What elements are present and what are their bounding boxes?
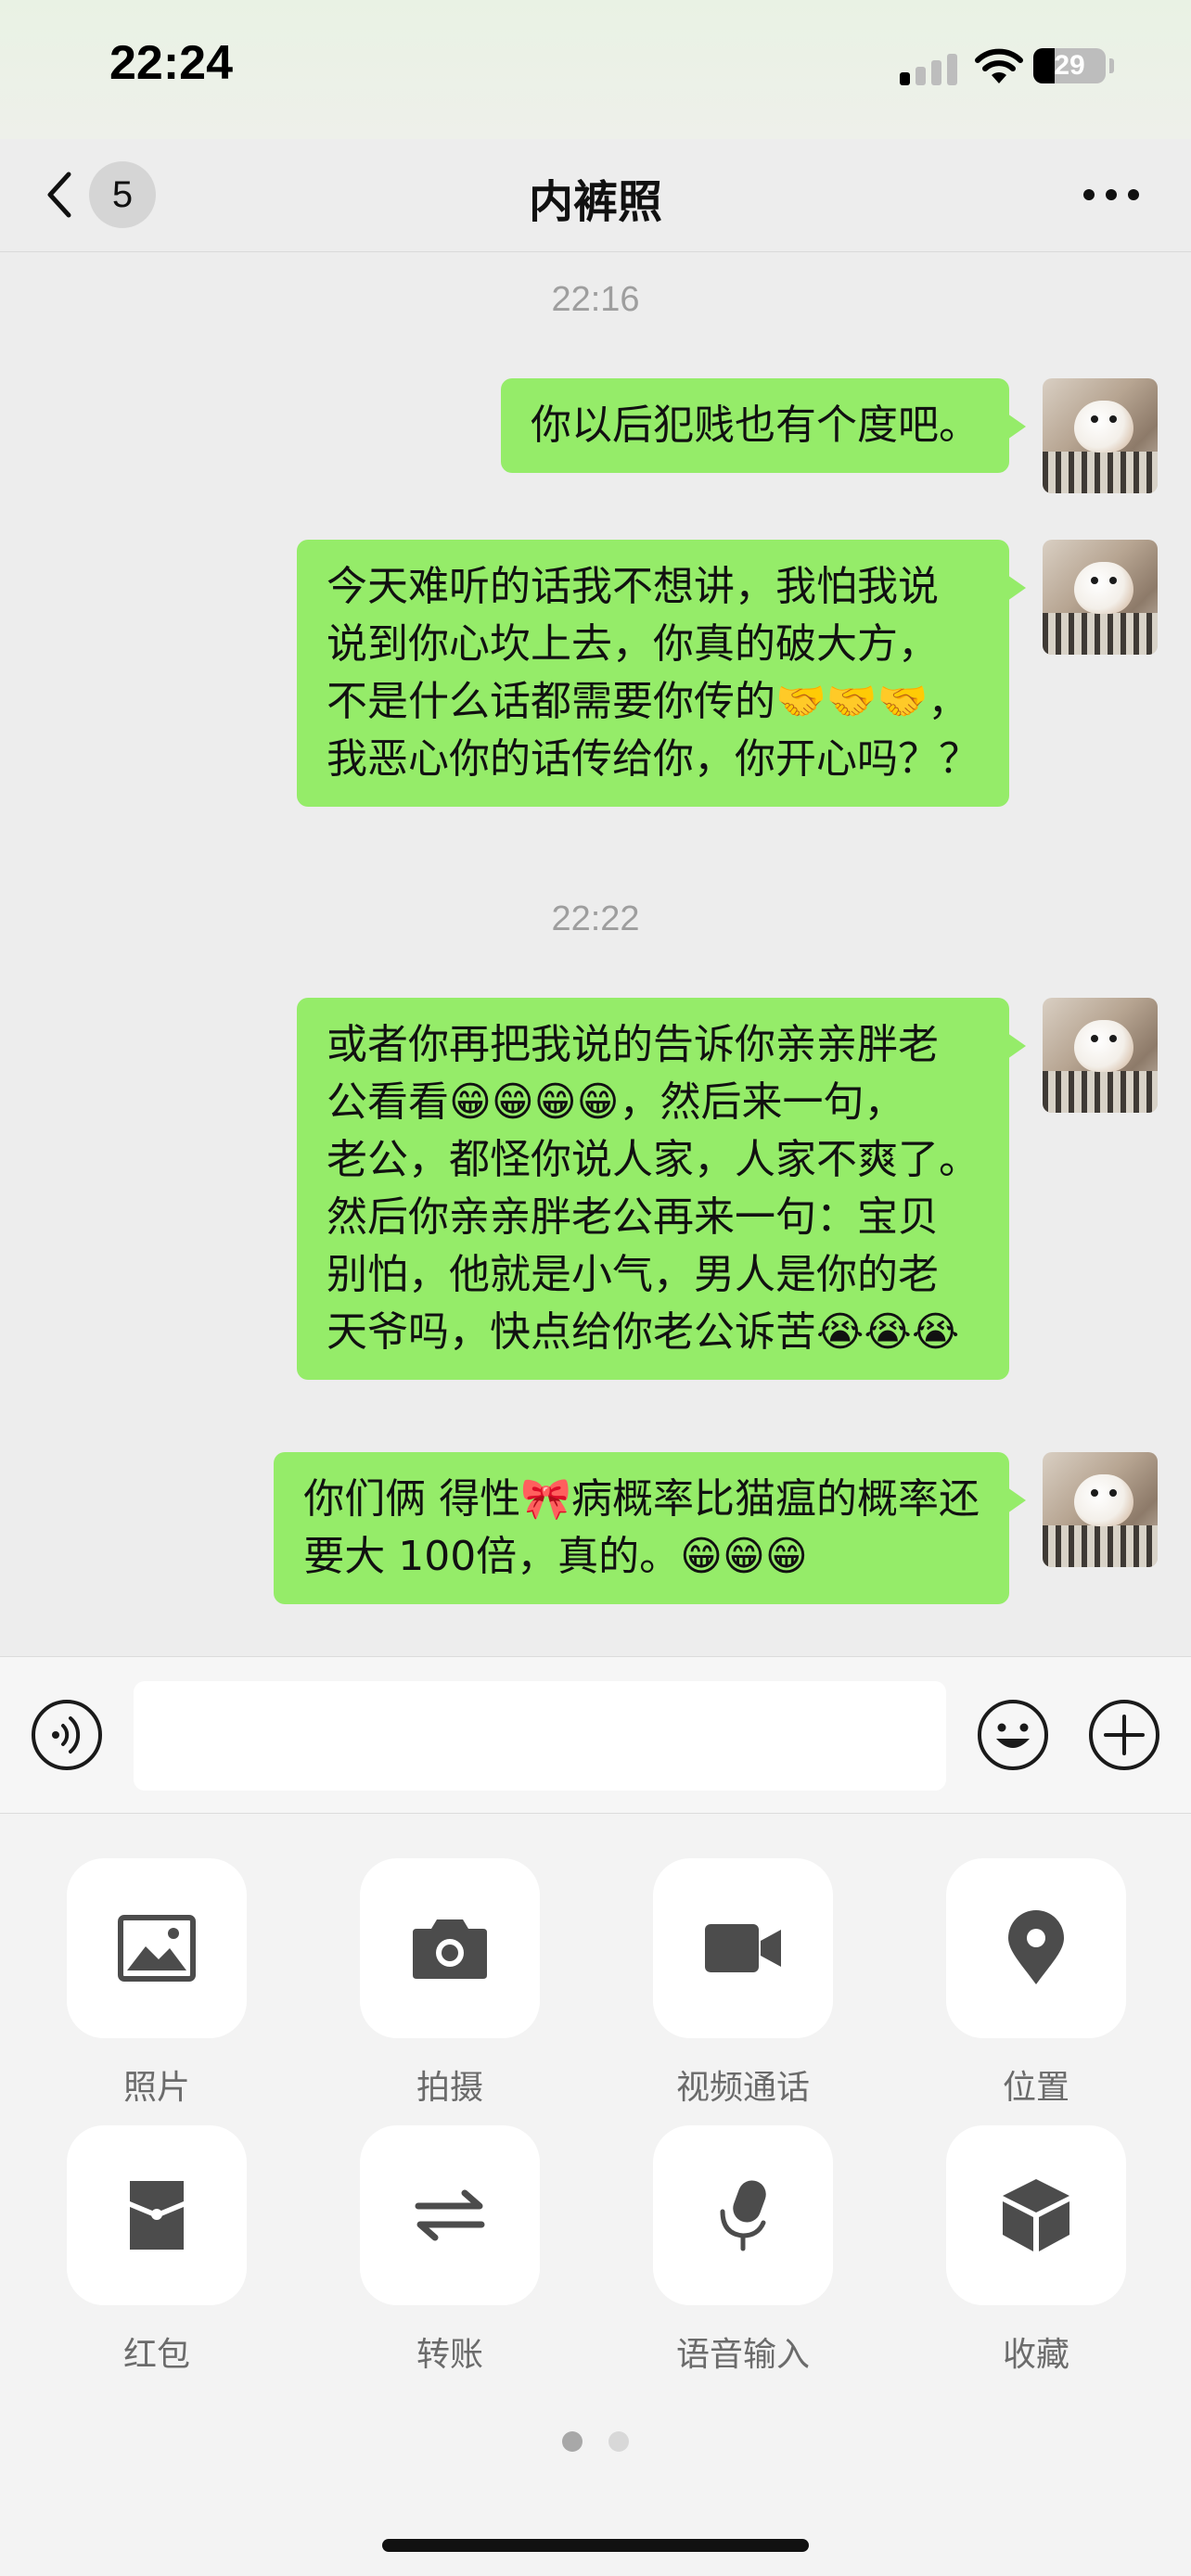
message-bubble[interactable]: 你以后犯贱也有个度吧。 — [501, 378, 1026, 473]
tool-tile[interactable] — [653, 2125, 833, 2305]
message-line: 或者你再把我说的告诉你亲亲胖老 — [327, 1021, 939, 1068]
tool-tile[interactable] — [360, 1858, 540, 2038]
page-dot[interactable] — [562, 2431, 583, 2452]
input-bar — [0, 1656, 1191, 1814]
message-bubble[interactable]: 你们俩 得性🎀病概率比猫瘟的概率还 要大 100倍，真的。😁😁😁 — [274, 1452, 1026, 1604]
tool-label: 语音输入 — [675, 2336, 810, 2374]
avatar[interactable] — [1043, 998, 1158, 1113]
emoji-icon[interactable] — [976, 1698, 1050, 1772]
photo-icon — [118, 1915, 196, 1982]
video-call-icon — [705, 1924, 781, 1972]
message-bubble[interactable]: 今天难听的话我不想讲，我怕我说 说到你心坎上去，你真的破大方， 不是什么话都需要… — [297, 540, 1026, 807]
page-dot[interactable] — [608, 2431, 629, 2452]
battery-icon: 29 — [1033, 48, 1106, 83]
location-icon — [1008, 1910, 1064, 1984]
tool-transfer[interactable]: 转账 — [360, 2125, 540, 2376]
message-line: 我恶心你的话传给你，你开心吗？？ — [327, 735, 980, 783]
message-line: 公看看😁😁😁😁，然后来一句， — [327, 1078, 905, 1126]
message-line: 今天难听的话我不想讲，我怕我说 — [327, 563, 939, 610]
message-line: 说到你心坎上去，你真的破大方， — [327, 620, 939, 668]
voice-icon[interactable] — [30, 1698, 104, 1772]
transfer-icon — [415, 2189, 485, 2241]
microphone-icon — [720, 2180, 766, 2251]
more-dots-icon[interactable] — [1083, 189, 1139, 202]
tool-favorites[interactable]: 收藏 — [946, 2125, 1126, 2376]
red-packet-icon — [130, 2181, 184, 2250]
wifi-icon — [975, 48, 1023, 83]
tool-tile[interactable] — [946, 1858, 1126, 2038]
tool-tile[interactable] — [67, 1858, 247, 2038]
camera-icon — [413, 1919, 487, 1979]
message-line: 你们俩 得性🎀病概率比猫瘟的概率还 — [303, 1475, 980, 1523]
message-line: 老公，都怪你说人家，人家不爽了。 — [327, 1136, 980, 1183]
tool-label: 转账 — [416, 2336, 483, 2374]
tool-label: 照片 — [122, 2069, 190, 2107]
tool-location[interactable]: 位置 — [946, 1858, 1126, 2109]
battery-percent: 29 — [1054, 50, 1085, 81]
status-bar: 22:24 29 — [0, 0, 1191, 139]
message-line: 别怕，他就是小气，男人是你的老 — [327, 1251, 939, 1298]
tool-tile[interactable] — [946, 2125, 1126, 2305]
tool-voice-input[interactable]: 语音输入 — [653, 2125, 833, 2376]
message-timestamp: 22:16 — [551, 280, 640, 319]
message-timestamp: 22:22 — [551, 899, 640, 938]
tool-tile[interactable] — [67, 2125, 247, 2305]
battery-tip — [1109, 58, 1114, 73]
attachment-panel: 照片 拍摄 视频通话 位置 红包 转账 语音输入 收藏 — [0, 1814, 1191, 2576]
tool-label: 红包 — [122, 2336, 190, 2374]
tool-label: 拍摄 — [416, 2069, 483, 2107]
message-line: 然后你亲亲胖老公再来一句：宝贝 — [327, 1193, 939, 1241]
avatar[interactable] — [1043, 540, 1158, 655]
page-indicator — [557, 2431, 631, 2454]
tool-label: 视频通话 — [675, 2069, 810, 2107]
tool-tile[interactable] — [360, 2125, 540, 2305]
message-bubble[interactable]: 或者你再把我说的告诉你亲亲胖老 公看看😁😁😁😁，然后来一句， 老公，都怪你说人家… — [297, 998, 1026, 1380]
tool-label: 位置 — [1002, 2069, 1069, 2107]
tool-tile[interactable] — [653, 1858, 833, 2038]
chat-header: 5 内裤照 — [0, 139, 1191, 252]
chat-title: 内裤照 — [528, 176, 662, 228]
avatar[interactable] — [1043, 1452, 1158, 1567]
tool-video-call[interactable]: 视频通话 — [653, 1858, 833, 2109]
favorites-icon — [1003, 2179, 1069, 2251]
message-line: 天爷吗，快点给你老公诉苦😭😭😭 — [327, 1308, 960, 1356]
tool-label: 收藏 — [1002, 2336, 1069, 2374]
tool-red-packet[interactable]: 红包 — [67, 2125, 247, 2376]
plus-icon[interactable] — [1087, 1698, 1161, 1772]
message-input[interactable] — [134, 1681, 946, 1791]
avatar[interactable] — [1043, 378, 1158, 493]
status-time: 22:24 — [109, 36, 233, 90]
tool-photo[interactable]: 照片 — [67, 1858, 247, 2109]
cellular-signal-icon — [900, 52, 957, 85]
home-indicator[interactable] — [382, 2539, 809, 2552]
message-line: 要大 100倍，真的。😁😁😁 — [303, 1533, 808, 1580]
tool-camera[interactable]: 拍摄 — [360, 1858, 540, 2109]
message-line: 你以后犯贱也有个度吧。 — [531, 402, 980, 449]
message-line: 不是什么话都需要你传的🤝🤝🤝， — [327, 678, 969, 725]
